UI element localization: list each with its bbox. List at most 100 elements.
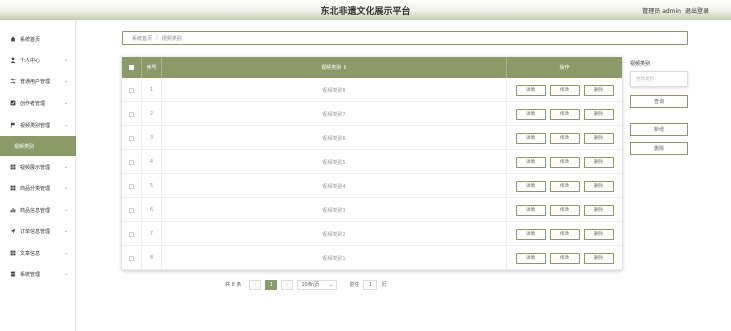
breadcrumb-current: 视频类别	[161, 35, 182, 42]
row-delete-button[interactable]: 删除	[583, 252, 614, 264]
sidebar-item-label: 视频类别管理	[20, 122, 51, 129]
sidebar-item-articles[interactable]: 文章信息 ⌄	[0, 243, 76, 263]
grid-icon	[10, 164, 16, 170]
detail-button[interactable]: 详情	[515, 132, 546, 144]
select-all-checkbox[interactable]	[129, 65, 134, 70]
detail-button[interactable]: 详情	[515, 252, 546, 264]
chevron-down-icon: ⌄	[63, 228, 68, 234]
header-index: 序号	[142, 57, 162, 78]
row-index: 2	[142, 102, 162, 126]
logout-link[interactable]: 退出登录	[685, 6, 709, 15]
edit-button[interactable]: 修改	[549, 180, 580, 192]
add-button[interactable]: 新增	[630, 123, 688, 136]
search-input[interactable]: 视频类别	[630, 71, 688, 87]
edit-button[interactable]: 修改	[549, 156, 580, 168]
sidebar-item-product-category[interactable]: 商品分类管理 ⌄	[0, 178, 76, 198]
row-select[interactable]	[122, 174, 142, 198]
row-select[interactable]	[122, 78, 142, 102]
chevron-down-icon: ⌄	[63, 164, 68, 170]
row-actions: 详情 修改 删除	[507, 102, 622, 126]
sidebar-item-orders[interactable]: 订单信息管理 ⌄	[0, 221, 76, 241]
row-actions: 详情 修改 删除	[507, 222, 622, 246]
sidebar-item-home[interactable]: 系统首页	[0, 29, 76, 49]
row-select[interactable]	[122, 150, 142, 174]
delete-button[interactable]: 删除	[630, 142, 688, 155]
row-checkbox[interactable]	[129, 87, 134, 93]
row-select[interactable]	[122, 198, 142, 222]
sidebar-item-profile[interactable]: 个人中心 ⌄	[0, 50, 76, 70]
edit-button[interactable]: 修改	[549, 228, 580, 240]
detail-button[interactable]: 详情	[515, 180, 546, 192]
row-index: 6	[142, 198, 162, 222]
bar-chart-icon	[10, 207, 16, 213]
sidebar-item-users[interactable]: 普通用户管理 ⌄	[0, 71, 76, 91]
row-checkbox[interactable]	[129, 255, 134, 261]
detail-button[interactable]: 详情	[515, 156, 546, 168]
chevron-down-icon: ⌄	[63, 122, 68, 128]
row-category: 视频类别3	[162, 198, 507, 222]
detail-button[interactable]: 详情	[515, 108, 546, 120]
row-delete-button[interactable]: 删除	[583, 108, 614, 120]
sidebar-item-creators[interactable]: 创作者管理 ⌄	[0, 93, 76, 113]
page-size-value: 10条/页	[301, 282, 320, 288]
row-checkbox[interactable]	[129, 231, 134, 237]
table-row: 7 视频类别2 详情 修改 删除	[122, 222, 622, 246]
row-index: 4	[142, 150, 162, 174]
chevron-down-icon: ⌄	[329, 281, 334, 288]
prev-page-button[interactable]: ‹	[249, 279, 262, 290]
edit-button[interactable]: 修改	[549, 204, 580, 216]
data-table: 序号 视频类别 ⇕ 操作 1 视频类别8 详情 修改 删除 2 视频类别7 详情 修改 删除 3 视频…	[122, 57, 622, 270]
row-checkbox[interactable]	[129, 183, 134, 189]
sidebar-item-label: 商品信息管理	[20, 207, 51, 214]
row-delete-button[interactable]: 删除	[583, 228, 614, 240]
sidebar-item-label: 系统首页	[20, 36, 41, 43]
row-actions: 详情 修改 删除	[507, 198, 622, 222]
detail-button[interactable]: 详情	[515, 84, 546, 96]
edit-button[interactable]: 修改	[549, 84, 580, 96]
header-select-all[interactable]	[122, 57, 142, 78]
row-select[interactable]	[122, 246, 142, 270]
row-delete-button[interactable]: 删除	[583, 156, 614, 168]
row-actions: 详情 修改 删除	[507, 78, 622, 102]
sidebar-item-label: 订单信息管理	[20, 228, 51, 235]
row-select[interactable]	[122, 102, 142, 126]
row-category: 视频类别7	[162, 102, 507, 126]
search-button[interactable]: 查询	[630, 95, 688, 108]
row-category: 视频类别8	[162, 78, 507, 102]
sidebar-item-label: 系统管理	[20, 271, 41, 278]
grid-icon	[10, 185, 16, 191]
row-checkbox[interactable]	[129, 159, 134, 165]
row-index: 5	[142, 174, 162, 198]
edit-button[interactable]: 修改	[549, 108, 580, 120]
pagination: 共 8 条 ‹ 1 › 10条/页 ⌄ 前往 1 页	[225, 279, 386, 290]
page-size-select[interactable]: 10条/页 ⌄	[297, 279, 338, 290]
sidebar-item-video-category-mgmt[interactable]: 视频类别管理 ⌄	[0, 115, 76, 135]
chevron-down-icon: ⌄	[63, 207, 68, 213]
sidebar-item-video-display[interactable]: 视频展示管理 ⌄	[0, 157, 76, 177]
sidebar-item-product-info[interactable]: 商品信息管理 ⌄	[0, 200, 76, 220]
detail-button[interactable]: 详情	[515, 204, 546, 216]
sidebar-item-video-category[interactable]: 视频类别	[0, 136, 76, 156]
next-page-button[interactable]: ›	[281, 279, 294, 290]
edit-button[interactable]: 修改	[549, 132, 580, 144]
row-checkbox[interactable]	[129, 207, 134, 213]
detail-button[interactable]: 详情	[515, 228, 546, 240]
current-page-button[interactable]: 1	[265, 279, 278, 290]
edit-button[interactable]: 修改	[549, 252, 580, 264]
row-select[interactable]	[122, 222, 142, 246]
sidebar-item-system[interactable]: 系统管理 ⌄	[0, 264, 76, 284]
row-delete-button[interactable]: 删除	[583, 180, 614, 192]
sidebar: 系统首页 个人中心 ⌄ 普通用户管理 ⌄ 创作者管理 ⌄ 视频类别管理 ⌄ 视频…	[0, 20, 76, 331]
row-delete-button[interactable]: 删除	[583, 204, 614, 216]
row-category: 视频类别6	[162, 126, 507, 150]
sidebar-item-label: 视频类别	[14, 143, 35, 150]
row-delete-button[interactable]: 删除	[583, 132, 614, 144]
goto-page-input[interactable]: 1	[363, 279, 378, 290]
row-delete-button[interactable]: 删除	[583, 84, 614, 96]
row-select[interactable]	[122, 126, 142, 150]
chevron-down-icon: ⌄	[63, 271, 68, 277]
breadcrumb-home[interactable]: 系统首页	[132, 35, 152, 42]
row-checkbox[interactable]	[129, 111, 134, 117]
header-category[interactable]: 视频类别 ⇕	[162, 57, 507, 78]
row-checkbox[interactable]	[129, 135, 134, 141]
